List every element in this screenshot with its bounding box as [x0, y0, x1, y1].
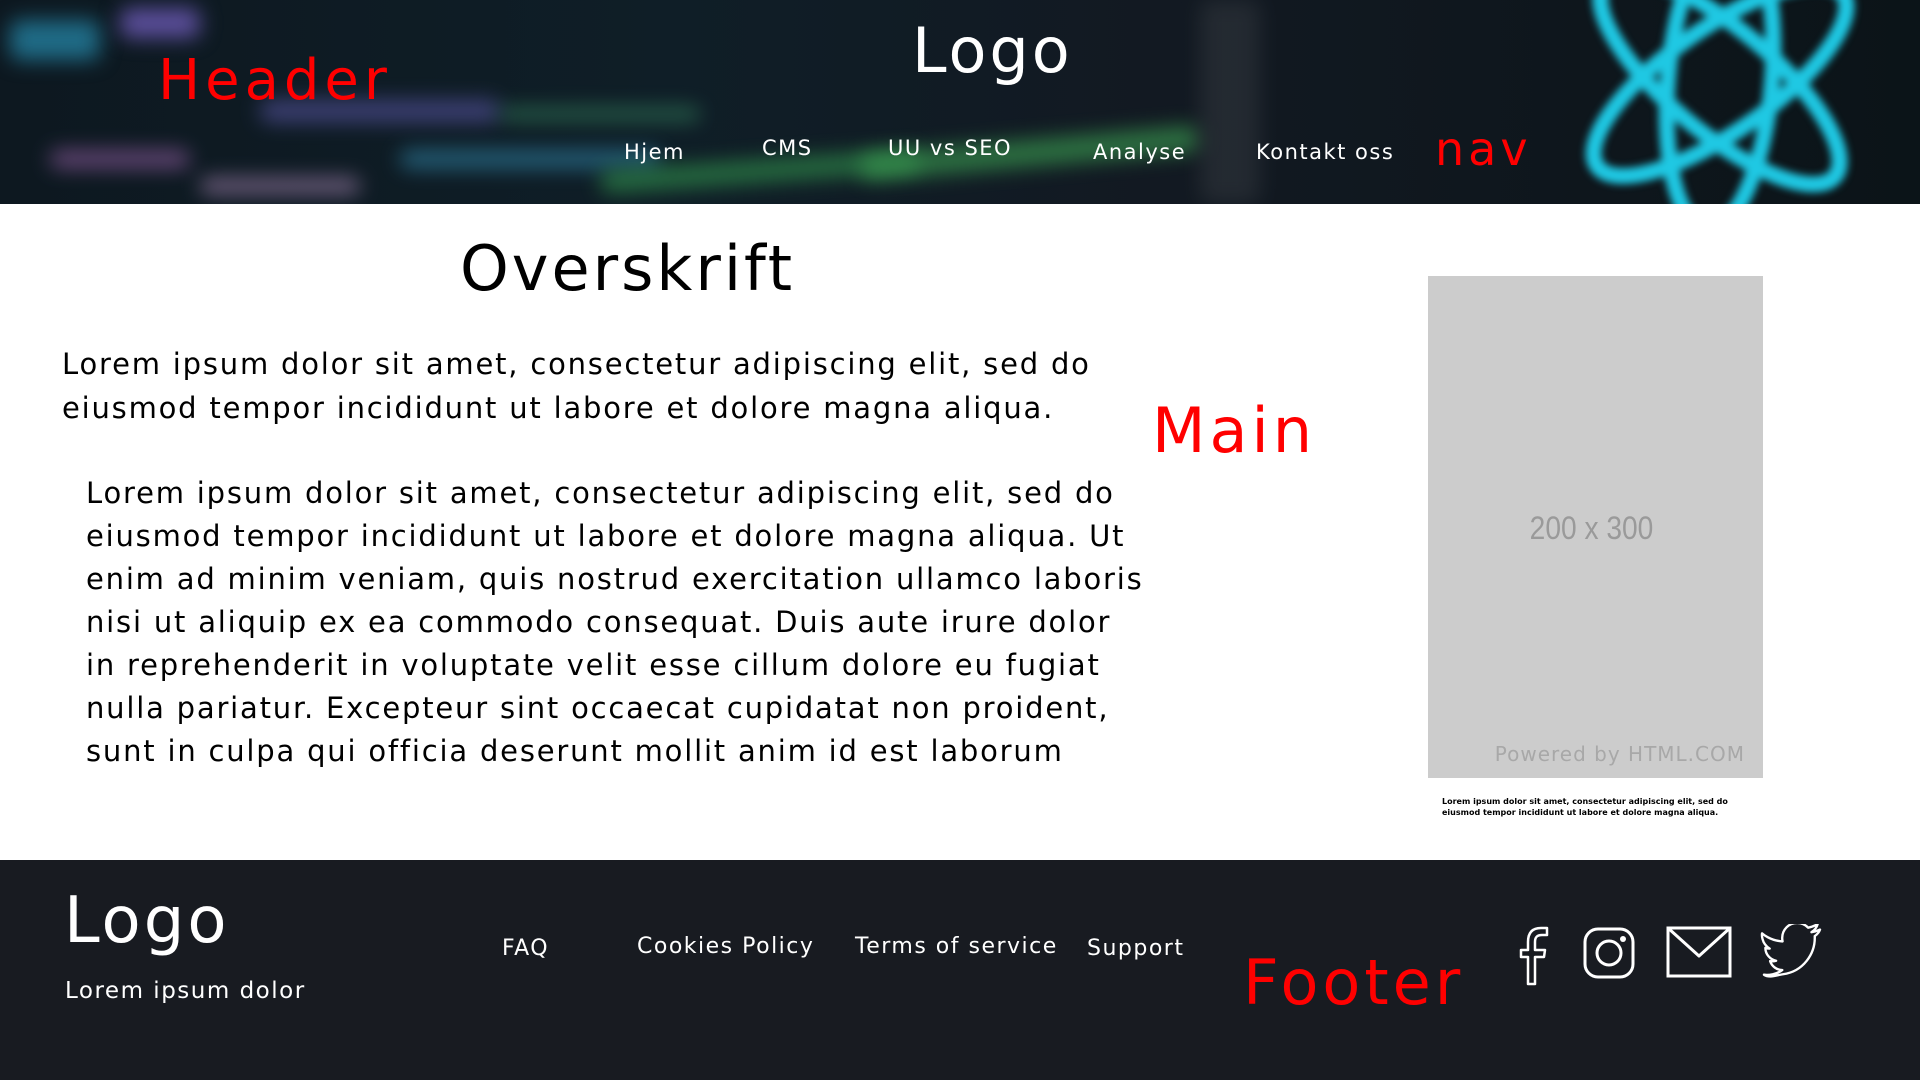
- header-bg-blob: [1200, 0, 1260, 204]
- header-wireframe-label: Header: [158, 48, 392, 113]
- image-placeholder: 200 x 300 Powered by HTML.COM: [1428, 276, 1763, 778]
- footer-link-cookies-policy[interactable]: Cookies Policy: [637, 934, 814, 959]
- footer-link-terms-of-service[interactable]: Terms of service: [855, 934, 1058, 959]
- header-bg-blob: [200, 178, 360, 194]
- image-caption: Lorem ipsum dolor sit amet, consectetur …: [1442, 797, 1728, 817]
- body-line: enim ad minim veniam, quis nostrud exerc…: [86, 562, 1144, 596]
- nav-item-kontakt-oss[interactable]: Kontakt oss: [1256, 140, 1394, 164]
- footer-link-support[interactable]: Support: [1087, 936, 1184, 961]
- header-bg-blob: [10, 20, 100, 60]
- facebook-icon[interactable]: [1516, 924, 1554, 988]
- page-title: Overskrift: [460, 232, 796, 305]
- body-paragraph: Lorem ipsum dolor sit amet, consectetur …: [86, 472, 1226, 773]
- main-wireframe-label: Main: [1152, 394, 1317, 467]
- nav-wireframe-label: nav: [1435, 122, 1532, 176]
- footer-link-faq[interactable]: FAQ: [502, 936, 549, 961]
- site-header: Header Logo Hjem CMS UU vs SEO Analyse K…: [0, 0, 1920, 204]
- header-bg-blob: [500, 108, 700, 120]
- body-line: eiusmod tempor incididunt ut labore et d…: [86, 519, 1126, 553]
- body-line: nisi ut aliquip ex ea commodo consequat.…: [86, 605, 1112, 639]
- footer-wireframe-label: Footer: [1243, 946, 1465, 1019]
- footer-tagline: Lorem ipsum dolor: [65, 978, 306, 1004]
- image-dimensions-label: 200 x 300: [1529, 510, 1654, 546]
- nav-item-analyse[interactable]: Analyse: [1093, 140, 1186, 164]
- body-line: in reprehenderit in voluptate velit esse…: [86, 648, 1101, 682]
- nav-item-uu-vs-seo[interactable]: UU vs SEO: [888, 136, 1012, 160]
- instagram-icon[interactable]: [1582, 926, 1636, 980]
- body-line: sunt in culpa qui officia deserunt molli…: [86, 734, 1064, 768]
- twitter-icon[interactable]: [1760, 924, 1824, 980]
- footer-logo[interactable]: Logo: [64, 884, 229, 958]
- header-bg-blob: [120, 8, 200, 38]
- header-bg-blob: [50, 150, 190, 168]
- mail-icon[interactable]: [1666, 926, 1732, 978]
- body-line: nulla pariatur. Excepteur sint occaecat …: [86, 691, 1110, 725]
- react-logo-icon: [1585, 0, 1855, 204]
- nav-item-cms[interactable]: CMS: [762, 136, 813, 160]
- intro-paragraph: Lorem ipsum dolor sit amet, consectetur …: [62, 347, 1091, 425]
- main-nav: Hjem CMS UU vs SEO Analyse Kontakt oss: [600, 134, 1520, 170]
- site-footer: Logo Lorem ipsum dolor FAQ Cookies Polic…: [0, 860, 1920, 1080]
- image-credit: Powered by HTML.COM: [1494, 742, 1745, 766]
- header-logo[interactable]: Logo: [912, 14, 1073, 87]
- body-line: Lorem ipsum dolor sit amet, consectetur …: [86, 476, 1115, 510]
- nav-item-hjem[interactable]: Hjem: [624, 140, 685, 164]
